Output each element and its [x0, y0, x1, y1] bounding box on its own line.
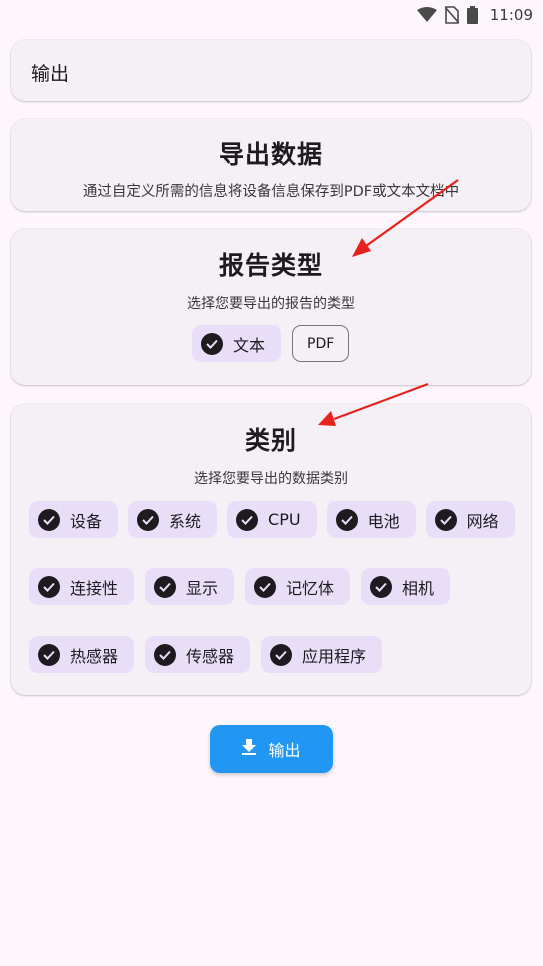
check-icon	[434, 508, 457, 531]
check-icon	[201, 332, 223, 355]
category-chip-network[interactable]: 网络	[425, 501, 515, 538]
chip-label: 传感器	[186, 646, 235, 666]
check-icon	[335, 508, 358, 531]
output-button-label: 输出	[268, 741, 301, 760]
status-time: 11:09	[489, 6, 533, 24]
status-bar: 11:09	[0, 0, 543, 30]
category-description: 选择您要导出的数据类别	[194, 471, 348, 487]
category-chip-row: 连接性 显示 记忆体 相机	[29, 568, 451, 605]
chip-label: 热感器	[70, 646, 119, 666]
check-icon	[154, 643, 177, 666]
report-type-options: 文本 PDF	[192, 325, 350, 362]
category-chip-cpu[interactable]: CPU	[227, 501, 317, 538]
chip-label: 电池	[367, 511, 400, 531]
battery-icon	[466, 6, 478, 24]
category-chip-display[interactable]: 显示	[145, 568, 235, 605]
chip-label: 连接性	[70, 578, 119, 598]
chip-label: 相机	[402, 578, 435, 598]
chip-label: 网络	[466, 511, 499, 531]
chip-label: 应用程序	[302, 646, 367, 666]
check-icon	[370, 575, 393, 598]
check-icon	[38, 643, 60, 666]
wifi-icon	[416, 7, 437, 23]
output-card: 输出	[11, 40, 531, 101]
export-data-card: 导出数据 通过自定义所需的信息将设备信息保存到PDF或文本文档中	[11, 119, 531, 211]
category-chip-battery[interactable]: 电池	[326, 501, 416, 538]
report-type-card: 报告类型 选择您要导出的报告的类型 文本 PDF	[11, 229, 531, 385]
category-chip-camera[interactable]: 相机	[361, 568, 451, 605]
chip-label: 系统	[169, 511, 202, 531]
category-chip-row: 设备 系统 CPU 电池 网络	[29, 501, 515, 538]
category-title: 类别	[244, 426, 297, 455]
category-chip-row: 热感器 传感器 应用程序	[29, 636, 383, 673]
chip-label: CPU	[268, 510, 301, 529]
output-button[interactable]: 输出	[210, 725, 333, 773]
export-data-title: 导出数据	[218, 140, 323, 169]
report-type-text-chip[interactable]: 文本	[192, 325, 282, 362]
report-type-title: 报告类型	[218, 251, 323, 280]
chip-label: 设备	[70, 511, 103, 531]
check-icon	[236, 508, 259, 531]
check-icon	[137, 508, 160, 531]
chip-label: PDF	[307, 335, 335, 352]
category-chip-thermal[interactable]: 热感器	[29, 636, 135, 673]
check-icon	[154, 575, 177, 598]
no-sim-icon	[444, 6, 459, 24]
export-data-description: 通过自定义所需的信息将设备信息保存到PDF或文本文档中	[82, 184, 460, 200]
check-icon	[270, 643, 293, 666]
category-chip-apps[interactable]: 应用程序	[261, 636, 383, 673]
report-type-description: 选择您要导出的报告的类型	[187, 296, 355, 312]
category-chip-sensors[interactable]: 传感器	[145, 636, 251, 673]
output-card-label: 输出	[31, 63, 70, 85]
category-card: 类别 选择您要导出的数据类别 设备 系统 CPU 电池 网络 连接性 显示 记忆…	[11, 404, 531, 695]
chip-label: 显示	[186, 578, 219, 598]
category-chip-device[interactable]: 设备	[29, 501, 119, 538]
category-chip-system[interactable]: 系统	[128, 501, 218, 538]
category-chip-memory[interactable]: 记忆体	[245, 568, 351, 605]
category-chip-connectivity[interactable]: 连接性	[29, 568, 135, 605]
chip-label: 记忆体	[286, 578, 335, 598]
chip-label: 文本	[233, 335, 266, 355]
check-icon	[254, 575, 277, 598]
check-icon	[38, 575, 60, 598]
download-icon	[242, 739, 257, 759]
report-type-pdf-chip[interactable]: PDF	[292, 325, 350, 362]
check-icon	[38, 508, 60, 531]
